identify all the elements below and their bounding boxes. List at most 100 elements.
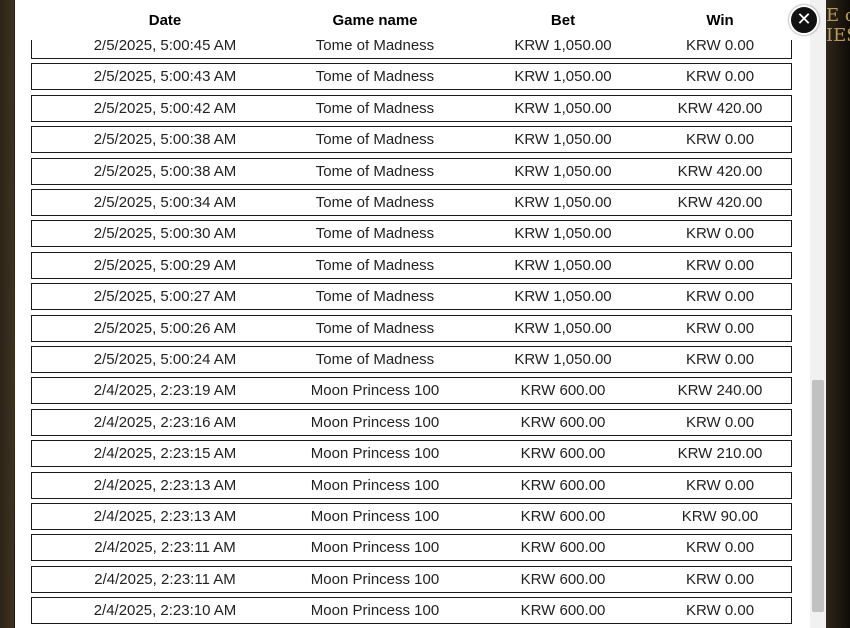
- table-row: 2/4/2025, 2:23:15 AM Moon Princess 100 KRW…: [31, 440, 792, 468]
- row-win: KRW 0.00: [685, 256, 755, 274]
- history-table-body[interactable]: 2/5/2025, 5:00:45 AM Tome of Madness KRW 1…: [15, 0, 810, 628]
- bet-history-modal: 2/5/2025, 5:00:45 AM Tome of Madness KRW 1…: [15, 0, 826, 628]
- table-row: 2/4/2025, 2:23:13 AM Moon Princess 100 KRW…: [31, 503, 792, 530]
- row-date: 2/4/2025, 2:23:11 AM: [94, 539, 236, 557]
- row-game-name: Tome of Madness: [315, 99, 435, 117]
- row-bet: KRW 1,050.00: [514, 351, 612, 368]
- row-win: KRW 420.00: [677, 194, 763, 211]
- header-win: Win: [706, 12, 734, 29]
- row-win: KRW 0.00: [685, 413, 755, 431]
- scrollbar-thumb[interactable]: [812, 380, 824, 612]
- row-date: 2/5/2025, 5:00:27 AM: [93, 288, 237, 306]
- background-left-edge: [0, 0, 14, 628]
- table-row: 2/5/2025, 5:00:43 AM Tome of Madness KRW 1…: [31, 63, 792, 91]
- row-win: KRW 0.00: [685, 602, 755, 620]
- row-game-name: Tome of Madness: [315, 319, 435, 337]
- row-bet: KRW 1,050.00: [514, 162, 612, 180]
- table-row: 2/5/2025, 5:00:34 AM Tome of Madness KRW 1…: [31, 189, 792, 216]
- row-game-name: Tome of Madness: [315, 256, 435, 274]
- row-game-name: Tome of Madness: [315, 288, 435, 306]
- table-row: 2/5/2025, 5:00:30 AM Tome of Madness KRW 1…: [31, 220, 792, 248]
- row-bet: KRW 600.00: [520, 539, 606, 557]
- row-win: KRW 90.00: [681, 508, 759, 525]
- row-win: KRW 240.00: [677, 382, 763, 400]
- table-row: 2/4/2025, 2:23:16 AM Moon Princess 100 KRW…: [31, 408, 792, 436]
- row-date: 2/4/2025, 2:23:11 AM: [94, 570, 236, 588]
- table-row: 2/4/2025, 2:23:11 AM Moon Princess 100 KRW…: [31, 534, 792, 562]
- table-row: 2/5/2025, 5:00:24 AM Tome of Madness KRW 1…: [31, 346, 792, 373]
- header-date: Date: [148, 12, 182, 29]
- table-row: 2/5/2025, 5:00:38 AM Tome of Madness KRW 1…: [31, 157, 792, 185]
- table-row: 2/4/2025, 2:23:11 AM Moon Princess 100 KRW…: [31, 565, 792, 593]
- close-button[interactable]: ✕: [789, 5, 819, 35]
- row-bet: KRW 600.00: [520, 445, 606, 463]
- table-row: 2/5/2025, 5:00:29 AM Tome of Madness KRW 1…: [31, 251, 792, 279]
- table-row: 2/5/2025, 5:00:42 AM Tome of Madness KRW 1…: [31, 94, 792, 122]
- table-row: 2/5/2025, 5:00:27 AM Tome of Madness KRW 1…: [31, 283, 792, 311]
- row-win: KRW 0.00: [685, 570, 755, 588]
- header-bet: Bet: [550, 12, 576, 29]
- close-icon: ✕: [796, 9, 812, 30]
- row-game-name: Moon Princess 100: [310, 508, 440, 525]
- row-game-name: Moon Princess 100: [310, 476, 440, 494]
- row-bet: KRW 1,050.00: [514, 319, 612, 337]
- row-date: 2/5/2025, 5:00:26 AM: [93, 319, 237, 337]
- table-row: 2/5/2025, 5:00:38 AM Tome of Madness KRW 1…: [31, 126, 792, 154]
- header-game-name: Game name: [332, 12, 418, 29]
- row-date: 2/5/2025, 5:00:43 AM: [93, 68, 237, 86]
- table-row: 2/4/2025, 2:23:10 AM Moon Princess 100 KRW…: [31, 597, 792, 625]
- row-win: KRW 0.00: [685, 351, 755, 368]
- row-date: 2/4/2025, 2:23:13 AM: [93, 476, 237, 494]
- row-win: KRW 0.00: [685, 131, 755, 149]
- row-win: KRW 420.00: [677, 162, 763, 180]
- row-win: KRW 0.00: [685, 68, 755, 86]
- row-bet: KRW 1,050.00: [514, 225, 612, 243]
- row-game-name: Moon Princess 100: [310, 445, 440, 463]
- row-game-name: Moon Princess 100: [310, 539, 440, 557]
- row-date: 2/5/2025, 5:00:29 AM: [93, 256, 237, 274]
- vertical-scrollbar[interactable]: [810, 0, 826, 628]
- background-right-edge: [826, 0, 850, 628]
- row-bet: KRW 600.00: [520, 602, 606, 620]
- row-date: 2/4/2025, 2:23:19 AM: [93, 382, 237, 400]
- row-date: 2/5/2025, 5:00:38 AM: [93, 131, 237, 149]
- history-table-header: Date Game name Bet Win: [15, 0, 810, 40]
- row-date: 2/4/2025, 2:23:15 AM: [93, 445, 237, 463]
- row-game-name: Moon Princess 100: [310, 413, 440, 431]
- row-win: KRW 420.00: [677, 99, 763, 117]
- row-bet: KRW 1,050.00: [514, 131, 612, 149]
- row-win: KRW 0.00: [685, 225, 755, 243]
- row-win: KRW 0.00: [685, 319, 755, 337]
- background-title-fragment: E o IES: [826, 6, 850, 46]
- row-bet: KRW 600.00: [520, 413, 606, 431]
- table-row: 2/4/2025, 2:23:19 AM Moon Princess 100 KRW…: [31, 377, 792, 405]
- row-date: 2/5/2025, 5:00:34 AM: [93, 194, 237, 211]
- row-bet: KRW 1,050.00: [514, 68, 612, 86]
- row-date: 2/4/2025, 2:23:13 AM: [93, 508, 237, 525]
- row-game-name: Tome of Madness: [315, 131, 435, 149]
- row-win: KRW 0.00: [685, 288, 755, 306]
- row-date: 2/4/2025, 2:23:10 AM: [93, 602, 237, 620]
- row-bet: KRW 600.00: [520, 508, 606, 525]
- row-game-name: Tome of Madness: [315, 194, 435, 211]
- row-game-name: Tome of Madness: [315, 68, 435, 86]
- row-game-name: Moon Princess 100: [310, 570, 440, 588]
- row-bet: KRW 1,050.00: [514, 99, 612, 117]
- row-bet: KRW 1,050.00: [514, 256, 612, 274]
- row-game-name: Moon Princess 100: [310, 382, 440, 400]
- table-row: 2/5/2025, 5:00:26 AM Tome of Madness KRW 1…: [31, 314, 792, 342]
- row-date: 2/5/2025, 5:00:38 AM: [93, 162, 237, 180]
- row-bet: KRW 600.00: [520, 570, 606, 588]
- row-win: KRW 0.00: [685, 476, 755, 494]
- row-game-name: Tome of Madness: [315, 162, 435, 180]
- row-win: KRW 0.00: [685, 539, 755, 557]
- row-bet: KRW 1,050.00: [514, 288, 612, 306]
- row-date: 2/5/2025, 5:00:24 AM: [93, 351, 237, 368]
- row-date: 2/4/2025, 2:23:16 AM: [93, 413, 237, 431]
- row-date: 2/5/2025, 5:00:30 AM: [93, 225, 237, 243]
- row-game-name: Moon Princess 100: [310, 602, 440, 620]
- row-bet: KRW 600.00: [520, 476, 606, 494]
- row-win: KRW 210.00: [677, 445, 763, 463]
- row-bet: KRW 1,050.00: [514, 194, 612, 211]
- row-game-name: Tome of Madness: [315, 351, 435, 368]
